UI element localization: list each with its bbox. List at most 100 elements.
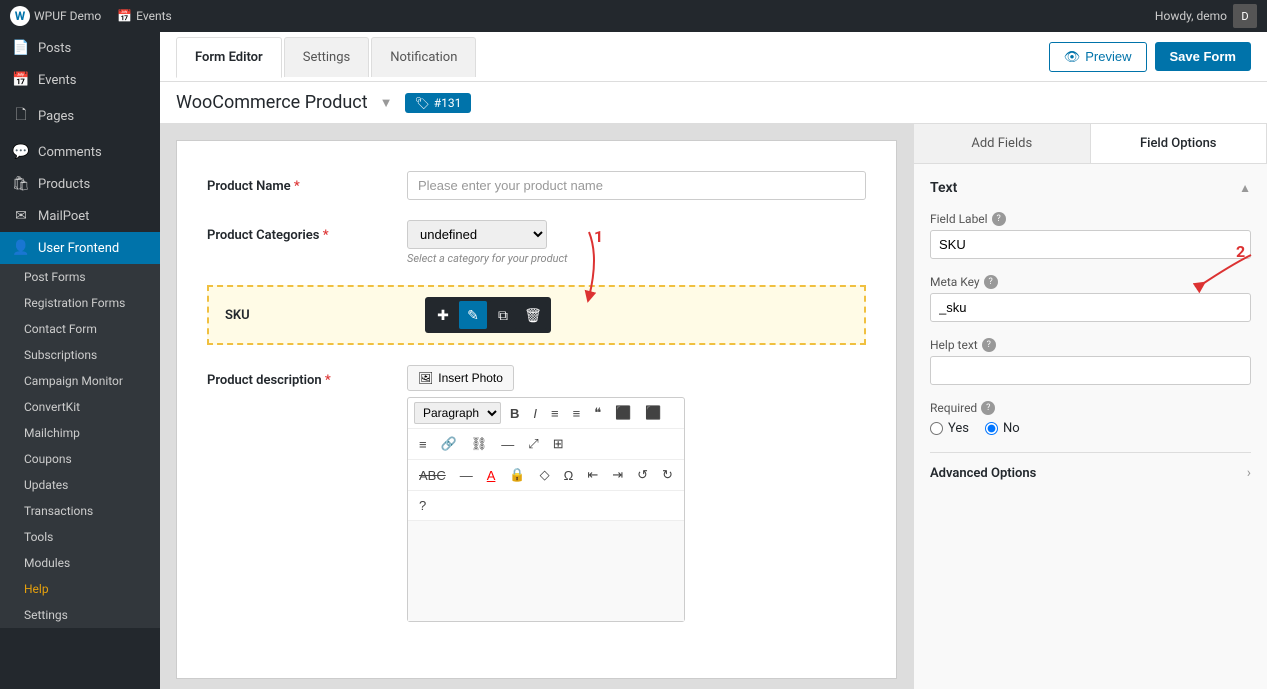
paragraph-select[interactable]: Paragraph: [414, 402, 501, 424]
align-center-button[interactable]: ≡: [414, 434, 432, 455]
help-text-input[interactable]: [930, 356, 1251, 385]
sidebar-item-user-frontend[interactable]: 👤 User Frontend: [0, 232, 160, 264]
editor-toolbar-row2: ≡ 🔗 ⛓ — ⤢ ⊞: [408, 429, 684, 460]
product-categories-select[interactable]: undefined: [407, 220, 547, 249]
insert-photo-button[interactable]: 🖼 Insert Photo: [407, 365, 514, 391]
ltr-button[interactable]: ⇥: [607, 464, 628, 486]
sidebar-item-tools[interactable]: Tools: [12, 524, 160, 550]
editor-toolbar-row1: Paragraph B I ≡ ≡ ❝ ⬛ ⬛: [408, 398, 684, 429]
sidebar-item-post-forms[interactable]: Post Forms: [12, 264, 160, 290]
meta-key-help-icon[interactable]: ?: [984, 275, 998, 289]
help-button[interactable]: ?: [414, 495, 431, 516]
save-form-button[interactable]: Save Form: [1155, 42, 1251, 71]
required-yes-option[interactable]: Yes: [930, 421, 969, 436]
editor-content[interactable]: [408, 521, 684, 621]
admin-site-title[interactable]: W WPUF Demo: [10, 6, 101, 26]
sidebar-item-registration-forms[interactable]: Registration Forms: [12, 290, 160, 316]
product-description-field: Product description * 🖼 Insert Photo: [207, 365, 866, 628]
unlink-button[interactable]: ⛓: [466, 433, 493, 455]
panel-tabs: Add Fields Field Options: [914, 124, 1267, 164]
sidebar-item-products[interactable]: 🛍 Products: [0, 168, 160, 200]
resize-button[interactable]: ⤢: [523, 433, 543, 455]
sku-copy-button[interactable]: ⧉: [489, 301, 517, 329]
font-color-button[interactable]: A: [482, 465, 501, 486]
preview-button[interactable]: 👁 Preview: [1049, 42, 1147, 72]
user-frontend-icon: 👤: [12, 240, 30, 256]
sidebar-item-settings[interactable]: Settings: [12, 602, 160, 628]
admin-events[interactable]: 📅 Events: [117, 9, 171, 23]
redo-button[interactable]: ↻: [657, 464, 678, 486]
sidebar-item-mailchimp[interactable]: Mailchimp: [12, 420, 160, 446]
sidebar-item-contact-form[interactable]: Contact Form: [12, 316, 160, 342]
sidebar-item-posts[interactable]: 📄 Posts: [0, 32, 160, 64]
tabs-right: 👁 Preview Save Form: [1049, 42, 1251, 72]
section-title: Text ▲: [930, 180, 1251, 196]
ul-button[interactable]: ≡: [546, 403, 564, 424]
italic-button[interactable]: I: [528, 403, 542, 424]
form-title-bar: WooCommerce Product ▼ 🏷 #131: [160, 82, 1267, 124]
required-help-icon[interactable]: ?: [981, 401, 995, 415]
field-label-group: Field Label ?: [930, 212, 1251, 259]
rtl-button[interactable]: ⇤: [582, 464, 603, 486]
tab-form-editor[interactable]: Form Editor: [176, 37, 282, 78]
product-name-input[interactable]: [407, 171, 866, 200]
required-no-option[interactable]: No: [985, 421, 1020, 436]
align-left-button[interactable]: ⬛: [610, 402, 636, 424]
align-right-button[interactable]: ⬛: [640, 402, 666, 424]
sku-edit-button[interactable]: ✎: [459, 301, 487, 329]
sidebar-item-help[interactable]: Help: [12, 576, 160, 602]
tag-icon: 🏷: [415, 96, 430, 110]
blockquote-button[interactable]: ❝: [589, 402, 606, 424]
bold-button[interactable]: B: [505, 403, 524, 424]
ol-button[interactable]: ≡: [568, 403, 586, 424]
form-title-chevron-icon[interactable]: ▼: [380, 95, 393, 111]
advanced-options-row[interactable]: Advanced Options ›: [930, 452, 1251, 493]
sku-delete-button[interactable]: 🗑: [519, 301, 547, 329]
minus-button[interactable]: —: [455, 465, 478, 486]
sidebar-item-convertkit[interactable]: ConvertKit: [12, 394, 160, 420]
table-button[interactable]: ⊞: [548, 433, 569, 455]
sidebar-submenu: Post Forms Registration Forms Contact Fo…: [0, 264, 160, 628]
form-editor-wrapper: Product Name * Product Categories: [160, 124, 913, 689]
sidebar-item-events[interactable]: 📅 Events: [0, 64, 160, 96]
sidebar-item-comments[interactable]: 💬 Comments: [0, 136, 160, 168]
sidebar-item-updates[interactable]: Updates: [12, 472, 160, 498]
sidebar-item-campaign-monitor[interactable]: Campaign Monitor: [12, 368, 160, 394]
link-button[interactable]: 🔗: [436, 433, 462, 455]
sidebar-item-coupons[interactable]: Coupons: [12, 446, 160, 472]
meta-key-input[interactable]: [930, 293, 1251, 322]
required-yes-radio[interactable]: [930, 422, 943, 435]
sidebar-item-transactions[interactable]: Transactions: [12, 498, 160, 524]
product-description-label: Product description *: [207, 365, 407, 388]
field-label-help-icon[interactable]: ?: [992, 212, 1006, 226]
sku-move-button[interactable]: ✚: [429, 301, 457, 329]
field-label-input[interactable]: [930, 230, 1251, 259]
content-area: Form Editor Settings Notification 👁 Prev…: [160, 32, 1267, 689]
sidebar-item-modules[interactable]: Modules: [12, 550, 160, 576]
tab-settings[interactable]: Settings: [284, 37, 369, 77]
panel-tab-add-fields[interactable]: Add Fields: [914, 124, 1091, 163]
panel-tab-field-options[interactable]: Field Options: [1091, 124, 1267, 163]
required-no-radio[interactable]: [985, 422, 998, 435]
help-text-help-icon[interactable]: ?: [982, 338, 996, 352]
sku-label: SKU: [225, 308, 425, 323]
sku-field-row: SKU ✚ ✎ ⧉ 🗑: [207, 285, 866, 345]
sidebar-item-pages[interactable]: 🗋 Pages: [0, 96, 160, 136]
field-label-label: Field Label ?: [930, 212, 1251, 226]
omega-button[interactable]: Ω: [559, 465, 579, 486]
product-name-label: Product Name *: [207, 171, 407, 194]
bg-color-button[interactable]: 🔒: [504, 464, 530, 486]
sidebar-item-mailpoet[interactable]: ✉ MailPoet: [0, 200, 160, 232]
editor-panel: Product Name * Product Categories: [160, 124, 1267, 689]
clear-format-button[interactable]: ◇: [535, 464, 555, 486]
tabs-left: Form Editor Settings Notification: [176, 37, 478, 77]
comments-icon: 💬: [12, 144, 30, 160]
hr-button[interactable]: —: [496, 434, 519, 455]
photo-icon: 🖼: [418, 371, 433, 385]
sidebar-item-subscriptions[interactable]: Subscriptions: [12, 342, 160, 368]
user-avatar: D: [1233, 4, 1257, 28]
tab-notification[interactable]: Notification: [371, 37, 476, 77]
undo-button[interactable]: ↺: [632, 464, 653, 486]
strikethrough-button[interactable]: ABC: [414, 465, 451, 486]
product-categories-field: Product Categories * undefined Select a …: [207, 220, 866, 265]
